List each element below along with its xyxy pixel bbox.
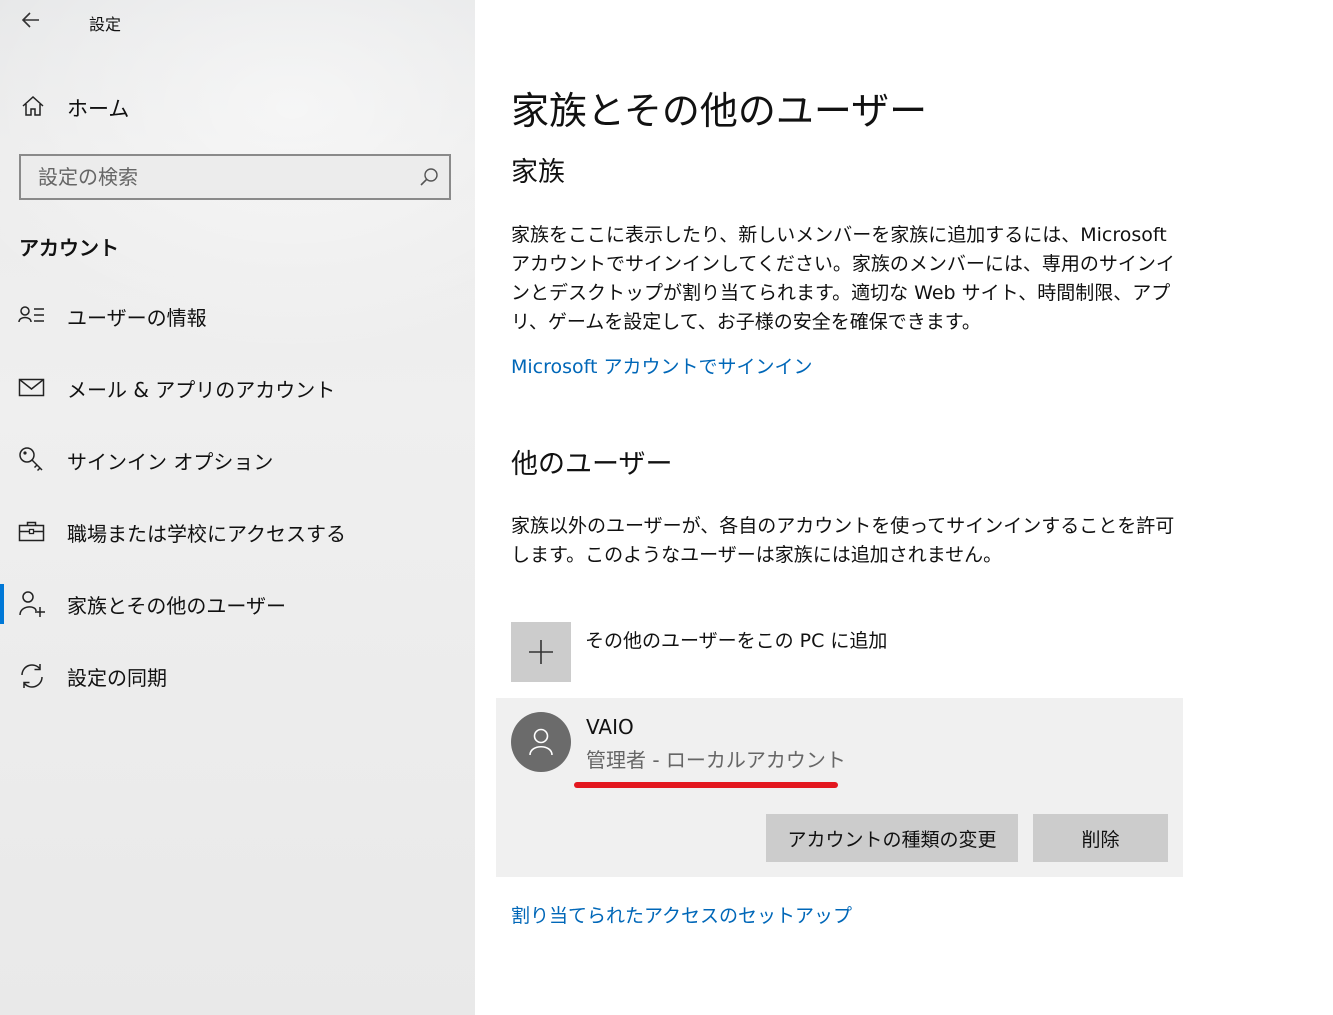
search-box[interactable] bbox=[19, 154, 451, 200]
sidebar-item-label: メール & アプリのアカウント bbox=[67, 378, 336, 402]
sidebar-item-label: サインイン オプション bbox=[67, 450, 274, 474]
add-other-user-label: その他のユーザーをこの PC に追加 bbox=[585, 630, 888, 652]
home-label: ホーム bbox=[67, 97, 130, 121]
sidebar-item-label: 家族とその他のユーザー bbox=[67, 594, 286, 618]
sidebar-item-family-other-users[interactable]: 家族とその他のユーザー bbox=[0, 568, 475, 640]
other-users-description: 家族以外のユーザーが、各自のアカウントを使ってサインインすることを許可します。こ… bbox=[511, 515, 1175, 566]
sidebar-item-home[interactable]: ホーム bbox=[0, 84, 475, 128]
home-icon bbox=[20, 94, 46, 122]
search-icon[interactable] bbox=[419, 167, 439, 191]
sidebar-item-label: 設定の同期 bbox=[67, 666, 167, 690]
app-title: 設定 bbox=[89, 15, 122, 34]
sidebar-item-label: 職場または学校にアクセスする bbox=[67, 522, 346, 546]
other-users-heading: 他のユーザー bbox=[511, 449, 673, 480]
delete-user-button[interactable]: 削除 bbox=[1033, 814, 1168, 862]
user-info-icon bbox=[18, 302, 46, 330]
sidebar-item-signin-options[interactable]: サインイン オプション bbox=[0, 424, 475, 496]
plus-icon bbox=[529, 640, 553, 664]
main-content: 家族とその他のユーザー 家族 家族をここに表示したり、新しいメンバーを家族に追加… bbox=[475, 0, 1333, 1015]
search-input[interactable] bbox=[21, 156, 401, 198]
back-arrow-icon bbox=[21, 12, 39, 28]
mail-icon bbox=[18, 374, 46, 402]
assigned-access-link[interactable]: 割り当てられたアクセスのセットアップ bbox=[511, 901, 852, 928]
sync-icon bbox=[18, 662, 46, 690]
user-role: 管理者 - ローカルアカウント bbox=[586, 748, 846, 772]
highlight-underline bbox=[574, 782, 838, 788]
briefcase-icon bbox=[18, 518, 46, 546]
user-card[interactable]: VAIO 管理者 - ローカルアカウント アカウントの種類の変更 削除 bbox=[496, 698, 1183, 877]
add-person-icon bbox=[18, 590, 46, 618]
user-name: VAIO bbox=[586, 715, 634, 739]
section-label-accounts: アカウント bbox=[19, 236, 119, 260]
user-avatar-icon bbox=[529, 728, 553, 756]
page-title: 家族とその他のユーザー bbox=[511, 89, 928, 133]
avatar bbox=[511, 712, 571, 772]
sidebar-item-work-school[interactable]: 職場または学校にアクセスする bbox=[0, 496, 475, 568]
sidebar-item-sync-settings[interactable]: 設定の同期 bbox=[0, 640, 475, 712]
family-description: 家族をここに表示したり、新しいメンバーを家族に追加するには、Microsoft … bbox=[511, 224, 1175, 333]
sidebar: 設定 ホーム アカウント ユーザ bbox=[0, 0, 475, 1015]
sidebar-item-user-info[interactable]: ユーザーの情報 bbox=[0, 280, 475, 352]
sidebar-item-label: ユーザーの情報 bbox=[67, 306, 207, 330]
family-heading: 家族 bbox=[511, 157, 565, 188]
add-other-user-button[interactable]: その他のユーザーをこの PC に追加 bbox=[511, 622, 1183, 682]
key-icon bbox=[18, 446, 46, 474]
sidebar-nav: ユーザーの情報 メール & アプリのアカウント サインイン オプション 職場また… bbox=[0, 280, 475, 712]
add-user-tile bbox=[511, 622, 571, 682]
title-bar: 設定 bbox=[0, 0, 475, 44]
microsoft-signin-link[interactable]: Microsoft アカウントでサインイン bbox=[511, 352, 813, 379]
back-button[interactable] bbox=[14, 6, 48, 36]
change-account-type-button[interactable]: アカウントの種類の変更 bbox=[766, 814, 1018, 862]
sidebar-item-email-accounts[interactable]: メール & アプリのアカウント bbox=[0, 352, 475, 424]
